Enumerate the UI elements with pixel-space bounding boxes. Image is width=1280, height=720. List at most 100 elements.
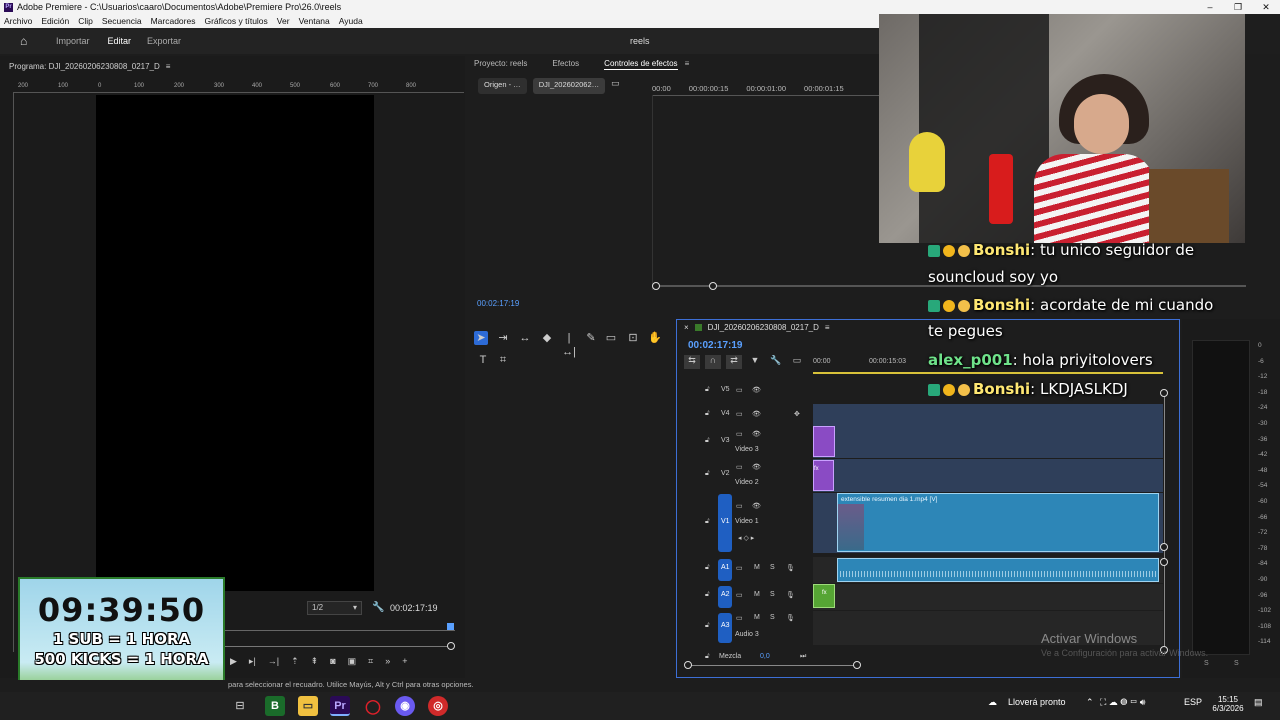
panel-menu-icon[interactable]: ≡: [825, 323, 830, 332]
menu-graficos[interactable]: Gráficos y títulos: [204, 16, 267, 26]
wrench-icon[interactable]: 🔧: [372, 602, 384, 613]
track-select-icon[interactable]: ⇥: [496, 331, 510, 345]
sync-icon[interactable]: ▭: [736, 564, 743, 572]
mute-button[interactable]: M: [754, 614, 760, 621]
camera-icon[interactable]: ◙: [330, 656, 335, 667]
clip-audio-a1[interactable]: [837, 558, 1159, 582]
microphone-icon[interactable]: 🎙︎: [786, 591, 795, 599]
work-area-bar[interactable]: [813, 372, 1163, 374]
sync-icon[interactable]: ▭: [736, 502, 743, 510]
hand-icon[interactable]: ✋: [648, 331, 662, 345]
selection-tool-icon[interactable]: ➤: [474, 331, 488, 345]
menu-edicion[interactable]: Edición: [41, 16, 69, 26]
panel-menu-icon[interactable]: ≡: [166, 62, 171, 71]
play-icon[interactable]: ▶: [230, 656, 237, 667]
chat-username[interactable]: alex_p001: [928, 351, 1013, 369]
sync-icon[interactable]: ▭: [736, 430, 743, 438]
close-button[interactable]: ✕: [1252, 2, 1280, 13]
maximize-button[interactable]: ❐: [1224, 2, 1252, 13]
add-icon[interactable]: +: [402, 656, 407, 667]
menu-ventana[interactable]: Ventana: [299, 16, 330, 26]
track-v3-area[interactable]: [813, 425, 1163, 458]
compare-icon[interactable]: ▣: [348, 656, 357, 667]
sync-icon[interactable]: ▭: [736, 386, 743, 394]
menu-secuencia[interactable]: Secuencia: [102, 16, 142, 26]
scroll-handle[interactable]: [684, 661, 692, 669]
slider-handle-left[interactable]: [652, 282, 660, 290]
eye-icon[interactable]: 👁︎: [752, 386, 761, 394]
lock-icon[interactable]: 🔓︎: [705, 622, 710, 630]
clip-audio-a2[interactable]: fx: [813, 584, 835, 608]
weather-icon[interactable]: ☁: [988, 697, 997, 708]
eye-icon[interactable]: 👁︎: [752, 410, 761, 418]
solo-button[interactable]: S: [770, 591, 775, 598]
more-icon[interactable]: »: [385, 656, 390, 667]
multicam-icon[interactable]: ⌗: [368, 656, 373, 667]
tab-importar[interactable]: Importar: [56, 36, 90, 46]
lock-icon[interactable]: 🔓︎: [705, 653, 710, 661]
chat-username[interactable]: Bonshi: [973, 380, 1030, 398]
panel-menu-icon[interactable]: ≡: [685, 59, 690, 68]
razor-icon[interactable]: ◆: [540, 331, 554, 345]
language-indicator[interactable]: ESP: [1184, 697, 1202, 707]
mute-button[interactable]: M: [754, 564, 760, 571]
slip-icon[interactable]: |↔|: [562, 331, 576, 358]
pen-icon[interactable]: ✎: [584, 331, 598, 345]
sync-icon[interactable]: ▭: [736, 410, 743, 418]
lock-icon[interactable]: 🔓︎: [705, 591, 710, 599]
menu-clip[interactable]: Clip: [78, 16, 93, 26]
tab-exportar[interactable]: Exportar: [147, 36, 181, 46]
sync-icon[interactable]: ▭: [736, 614, 743, 622]
lock-icon[interactable]: 🔓︎: [705, 564, 710, 572]
solo-left[interactable]: S: [1204, 660, 1209, 667]
rectangle-icon[interactable]: ▭: [604, 331, 618, 345]
nest-icon[interactable]: ⇆: [684, 355, 700, 369]
vertical-scrollbar[interactable]: [1164, 392, 1165, 650]
menu-marcadores[interactable]: Marcadores: [151, 16, 196, 26]
snap-icon[interactable]: ∩: [705, 355, 721, 369]
app-b-icon[interactable]: B: [265, 696, 285, 716]
scroll-handle[interactable]: [853, 661, 861, 669]
menu-ayuda[interactable]: Ayuda: [339, 16, 363, 26]
file-explorer-icon[interactable]: ▭: [298, 696, 318, 716]
lock-icon[interactable]: 🔓︎: [705, 410, 710, 418]
clip-purple-v2[interactable]: fx: [813, 460, 834, 491]
weather-text[interactable]: Lloverá pronto: [1008, 697, 1066, 707]
tray-arrow-icon[interactable]: ⌃: [1086, 697, 1094, 708]
lock-icon[interactable]: 🔓︎: [705, 470, 710, 478]
go-to-out-icon[interactable]: →|: [268, 656, 279, 667]
solo-button[interactable]: S: [770, 564, 775, 571]
grid-tool-icon[interactable]: ⌗: [496, 353, 510, 367]
zoom-select[interactable]: 1/2 ▾: [307, 601, 362, 615]
home-icon[interactable]: ⌂: [20, 34, 34, 48]
notification-icon[interactable]: ▤: [1254, 697, 1263, 708]
obs-icon[interactable]: ◎: [428, 696, 448, 716]
menu-ver[interactable]: Ver: [277, 16, 290, 26]
extract-icon[interactable]: ⇞: [311, 656, 319, 667]
lift-icon[interactable]: ⇡: [291, 656, 299, 667]
clip-main-video[interactable]: extensible resumen dia 1.mp4 [V]: [837, 493, 1159, 552]
ripple-edit-icon[interactable]: ↔: [518, 331, 532, 345]
eye-icon[interactable]: 👁︎: [752, 502, 761, 510]
horizontal-scrollbar[interactable]: [688, 665, 858, 666]
mix-value[interactable]: 0,0: [760, 653, 770, 660]
tab-controles-efectos[interactable]: Controles de efectos: [604, 59, 678, 70]
step-forward-icon[interactable]: ▸|: [249, 656, 256, 667]
menu-archivo[interactable]: Archivo: [4, 16, 32, 26]
chat-username[interactable]: Bonshi: [973, 296, 1030, 314]
sequence-pill[interactable]: DJI_202602062…: [532, 78, 606, 94]
microphone-icon[interactable]: 🎙︎: [786, 614, 795, 622]
tab-proyecto[interactable]: Proyecto: reels: [474, 59, 527, 68]
lock-icon[interactable]: 🔓︎: [705, 518, 710, 526]
zoom-bar-handle[interactable]: [447, 642, 455, 650]
opera-icon[interactable]: ◯: [363, 696, 383, 716]
solo-right[interactable]: S: [1234, 660, 1239, 667]
track-v2-area[interactable]: [813, 459, 1163, 492]
marker-icon[interactable]: ▼: [747, 355, 763, 369]
clip-purple-v3[interactable]: [813, 426, 835, 457]
eye-icon[interactable]: 👁︎: [752, 430, 761, 438]
type-tool-icon[interactable]: T: [476, 353, 490, 367]
premiere-taskbar-icon[interactable]: Pr: [330, 696, 350, 716]
track-a2-area[interactable]: [813, 584, 1163, 610]
tray-icons[interactable]: ⛶ ☁ ◍ ▭ 🔊︎: [1100, 697, 1145, 708]
